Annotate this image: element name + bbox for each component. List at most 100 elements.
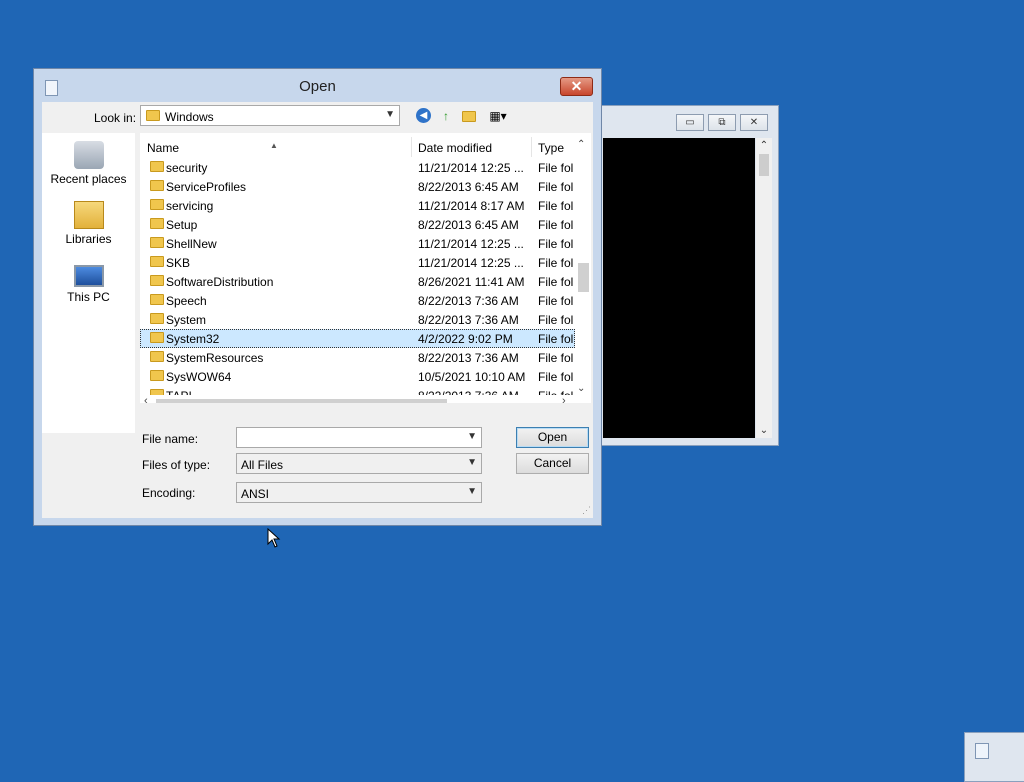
list-item[interactable]: System32 4/2/2022 9:02 PM File fol: [140, 329, 575, 348]
open-button[interactable]: Open: [516, 427, 589, 448]
item-date: 8/22/2013 6:45 AM: [418, 218, 519, 232]
places-bar: Recent places Libraries This PC: [42, 133, 135, 433]
scroll-up-icon[interactable]: ⌃: [577, 139, 585, 150]
libraries-icon: [73, 201, 104, 229]
folder-icon: [150, 237, 164, 248]
dialog-close-button[interactable]: ✕: [560, 77, 593, 96]
recent-places-icon: [73, 141, 104, 169]
list-item[interactable]: ShellNew 11/21/2014 12:25 ... File fol: [140, 234, 575, 253]
item-name: SystemResources: [166, 351, 264, 365]
item-date: 8/22/2013 6:45 AM: [418, 180, 519, 194]
list-item[interactable]: servicing 11/21/2014 8:17 AM File fol: [140, 196, 575, 215]
item-date: 11/21/2014 12:25 ...: [418, 256, 524, 270]
console-minimize-button[interactable]: ▭: [676, 114, 704, 131]
console-screen[interactable]: [603, 138, 755, 438]
list-item[interactable]: SKB 11/21/2014 12:25 ... File fol: [140, 253, 575, 272]
column-header-name[interactable]: Name: [147, 141, 179, 155]
chevron-down-icon: ▼: [467, 486, 477, 497]
place-label: Recent places: [50, 172, 127, 186]
files-of-type-label: Files of type:: [142, 458, 211, 472]
file-name-label: File name:: [142, 432, 199, 446]
sort-ascending-icon: ▲: [270, 141, 278, 150]
list-item[interactable]: Setup 8/22/2013 6:45 AM File fol: [140, 215, 575, 234]
place-label: This PC: [67, 290, 110, 304]
minimized-window-stub[interactable]: [964, 732, 1024, 782]
item-date: 4/2/2022 9:02 PM: [418, 332, 513, 346]
folder-icon: [150, 180, 164, 191]
scroll-down-icon[interactable]: ⌄: [577, 383, 585, 394]
dialog-title: Open: [299, 78, 336, 95]
up-folder-icon[interactable]: ↑: [438, 108, 454, 124]
place-recent-places[interactable]: Recent places: [42, 141, 135, 186]
place-label: Libraries: [65, 232, 112, 246]
view-menu-icon[interactable]: ▦▾: [485, 108, 511, 124]
place-this-pc[interactable]: This PC: [42, 261, 135, 304]
file-name-input[interactable]: ▼: [236, 427, 482, 448]
new-folder-icon[interactable]: [461, 108, 477, 124]
list-item[interactable]: SoftwareDistribution 8/26/2021 11:41 AM Fi…: [140, 272, 575, 291]
list-header: ▲ Name Date modified Type: [140, 133, 575, 157]
chevron-down-icon: ▼: [467, 457, 477, 468]
item-name: Setup: [166, 218, 198, 232]
item-name: SKB: [166, 256, 191, 270]
this-pc-icon: [73, 265, 104, 287]
resize-grip-icon[interactable]: ⋰: [582, 505, 591, 516]
console-scrollbar[interactable]: ⌃ ⌄: [756, 138, 772, 438]
list-item[interactable]: SysWOW64 10/5/2021 10:10 AM File fol: [140, 367, 575, 386]
look-in-value: Windows: [165, 110, 214, 124]
open-dialog: Open ✕ Look in: Windows ▼ ◀ ↑ ▦▾ Recent …: [33, 68, 602, 526]
folder-icon: [150, 294, 164, 305]
console-close-button[interactable]: ✕: [740, 114, 768, 131]
item-name: SoftwareDistribution: [166, 275, 274, 289]
scroll-left-icon[interactable]: ‹: [144, 395, 148, 403]
item-type: File fol: [538, 199, 574, 213]
place-libraries[interactable]: Libraries: [42, 201, 135, 246]
back-icon[interactable]: ◀: [416, 108, 431, 123]
item-name: Speech: [166, 294, 207, 308]
look-in-dropdown[interactable]: Windows ▼: [140, 105, 400, 126]
list-rows: security 11/21/2014 12:25 ... File fol Serv…: [140, 158, 575, 403]
item-name: servicing: [166, 199, 214, 213]
list-item[interactable]: Speech 8/22/2013 7:36 AM File fol: [140, 291, 575, 310]
console-window[interactable]: ▭ ⧉ ✕ ⌃ ⌄: [598, 105, 779, 446]
chevron-down-icon[interactable]: ▼: [467, 431, 477, 442]
item-type: File fol: [538, 351, 574, 365]
file-list[interactable]: ▲ Name Date modified Type security 11/21/…: [140, 133, 591, 403]
files-of-type-dropdown[interactable]: All Files ▼: [236, 453, 482, 474]
cancel-button[interactable]: Cancel: [516, 453, 589, 474]
folder-icon: [146, 110, 160, 121]
console-restore-button[interactable]: ⧉: [708, 114, 736, 131]
chevron-down-icon: ▼: [385, 109, 395, 120]
list-vertical-scrollbar[interactable]: ⌃ ⌄: [575, 133, 591, 403]
item-type: File fol: [538, 180, 574, 194]
scroll-right-icon[interactable]: ›: [562, 395, 566, 403]
column-header-date[interactable]: Date modified: [418, 141, 492, 155]
dialog-titlebar[interactable]: Open ✕: [34, 69, 601, 103]
item-type: File fol: [538, 313, 574, 327]
item-date: 8/26/2021 11:41 AM: [418, 275, 525, 289]
list-item[interactable]: security 11/21/2014 12:25 ... File fol: [140, 158, 575, 177]
list-item[interactable]: ServiceProfiles 8/22/2013 6:45 AM File fol: [140, 177, 575, 196]
item-name: security: [166, 161, 208, 175]
list-scroll-thumb[interactable]: [578, 263, 589, 292]
item-date: 10/5/2021 10:10 AM: [418, 370, 526, 384]
list-item[interactable]: SystemResources 8/22/2013 7:36 AM File fol: [140, 348, 575, 367]
folder-icon: [150, 332, 164, 343]
notepad-icon: [975, 743, 989, 759]
console-scroll-thumb[interactable]: [759, 154, 769, 176]
scroll-down-icon[interactable]: ⌄: [756, 425, 772, 436]
look-in-label: Look in:: [94, 111, 137, 125]
item-date: 11/21/2014 12:25 ...: [418, 237, 524, 251]
item-name: System: [166, 313, 207, 327]
item-date: 8/22/2013 7:36 AM: [418, 294, 519, 308]
list-horizontal-scrollbar[interactable]: ‹ ›: [140, 395, 575, 403]
column-header-type[interactable]: Type: [538, 141, 564, 155]
item-date: 11/21/2014 12:25 ...: [418, 161, 524, 175]
dialog-client-area: Look in: Windows ▼ ◀ ↑ ▦▾ Recent places …: [42, 102, 593, 518]
folder-icon: [150, 218, 164, 229]
item-type: File fol: [538, 275, 574, 289]
list-item[interactable]: System 8/22/2013 7:36 AM File fol: [140, 310, 575, 329]
scroll-up-icon[interactable]: ⌃: [756, 140, 772, 151]
list-hscroll-thumb[interactable]: [156, 399, 447, 403]
encoding-dropdown[interactable]: ANSI ▼: [236, 482, 482, 503]
